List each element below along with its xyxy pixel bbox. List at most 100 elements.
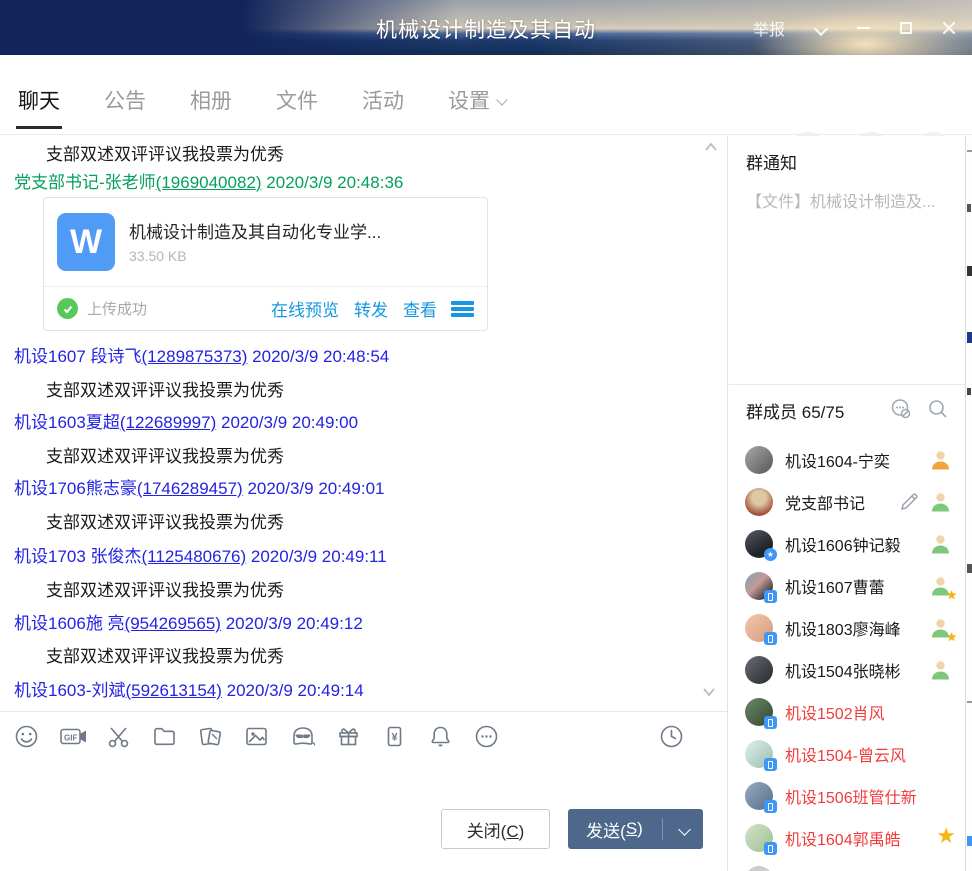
member-row[interactable]: 党支部书记 [729, 481, 965, 523]
view-link[interactable]: 查看 [403, 296, 437, 321]
gold-star-icon: ★ [936, 825, 956, 847]
member-row[interactable]: 机设1607曹蕾 ★ [729, 565, 965, 607]
member-row[interactable]: 机设1504-曾云风 [729, 733, 965, 775]
chat-toolbar: GIF ¥ [0, 711, 727, 761]
maximize-icon[interactable] [900, 22, 912, 34]
file-card-top: W 机械设计制造及其自动化专业学... 33.50 KB [44, 198, 487, 287]
sender-qq-link[interactable]: (1746289457) [137, 479, 243, 498]
avatar [745, 782, 773, 810]
window-controls: 举报 [753, 0, 956, 55]
sender-qq-link[interactable]: (592613154) [125, 681, 221, 700]
mobile-badge-icon [764, 758, 777, 771]
group-sidebar: 群通知 【文件】机械设计制造及... 群成员 65/75 机设1604-宁奕 党… [729, 136, 965, 871]
message-list: 支部双述双评评议我投票为优秀 党支部书记-张老师(1969040082) 202… [0, 136, 727, 711]
member-name: 机设1803廖海峰 [785, 616, 901, 640]
report-button[interactable]: 举报 [753, 16, 785, 40]
svg-text:¥: ¥ [391, 732, 398, 744]
close-icon[interactable] [942, 21, 956, 35]
message-sender: 机设1607 段诗飞(1289875373) 2020/3/9 20:48:54 [14, 342, 389, 367]
emoji-icon[interactable] [13, 723, 40, 750]
member-row[interactable]: 机设1803廖海峰 ★ [729, 607, 965, 649]
message-time: 2020/3/9 20:49:12 [226, 614, 363, 633]
mobile-badge-icon [764, 590, 777, 603]
tab-settings[interactable]: 设置 [448, 85, 507, 129]
message-sender: 机设1706熊志豪(1746289457) 2020/3/9 20:49:01 [14, 474, 385, 499]
member-name: 机设1604-宁奕 [785, 448, 890, 472]
member-row[interactable]: 机设1506班管仕新 [729, 775, 965, 817]
member-row[interactable]: 机设1604郭禹皓 ★ [729, 817, 965, 859]
status-online-icon [929, 533, 952, 556]
group-notice-item[interactable]: 【文件】机械设计制造及... [746, 188, 956, 212]
members-heading: 群成员 65/75 [746, 398, 844, 423]
star-badge-icon: ★ [764, 548, 777, 561]
upload-status: 上传成功 [87, 298, 147, 319]
image-icon[interactable] [243, 723, 270, 750]
tab-files[interactable]: 文件 [276, 85, 318, 129]
sender-qq-link[interactable]: (1289875373) [142, 347, 248, 366]
tab-announcement[interactable]: 公告 [104, 85, 146, 129]
chat-panel: 支部双述双评评议我投票为优秀 党支部书记-张老师(1969040082) 202… [0, 136, 728, 871]
member-row[interactable]: 机设1604-宁奕 [729, 439, 965, 481]
divider [729, 384, 965, 385]
qq-group-chat-window: 机械设计制造及其自动 举报 聊天 公告 相册 文件 活动 设置 [0, 0, 972, 871]
sender-name: 机设1703 张俊杰 [14, 547, 142, 566]
message-time: 2020/3/9 20:48:36 [266, 173, 403, 192]
minimize-icon[interactable] [857, 27, 870, 29]
gift-icon[interactable] [335, 723, 362, 750]
message-body: 支部双述双评评议我投票为优秀 [46, 508, 284, 533]
preview-online-link[interactable]: 在线预览 [271, 296, 339, 321]
message-sender: 机设1703 张俊杰(1125480676) 2020/3/9 20:49:11 [14, 542, 387, 567]
avatar [745, 572, 773, 600]
status-online-star-icon: ★ [929, 617, 952, 640]
message-input[interactable] [0, 762, 727, 808]
send-options-chevron-icon[interactable] [678, 824, 690, 836]
red-packet-icon[interactable]: ¥ [381, 723, 408, 750]
more-icon[interactable] [473, 723, 500, 750]
member-name: 机设1504张晓彬 [785, 658, 901, 682]
sender-qq-link[interactable]: (1125480676) [142, 547, 247, 566]
scroll-to-bottom-icon[interactable] [701, 684, 717, 700]
sender-qq-link[interactable]: (122689997) [120, 413, 216, 432]
file-menu-icon[interactable] [451, 301, 474, 317]
tab-activity[interactable]: 活动 [362, 85, 404, 129]
word-doc-icon: W [57, 213, 115, 271]
tab-album[interactable]: 相册 [190, 85, 232, 129]
send-hotkey: S [626, 819, 637, 839]
member-row[interactable]: 机设1502肖风 [729, 691, 965, 733]
send-button[interactable]: 发送(S) [568, 809, 703, 849]
avatar [745, 698, 773, 726]
avatar [745, 866, 773, 871]
edit-pencil-icon[interactable] [898, 491, 920, 513]
search-icon[interactable] [926, 397, 950, 421]
screenshot-scissors-icon[interactable] [105, 723, 132, 750]
message-sender: 机设1603夏超(122689997) 2020/3/9 20:49:00 [14, 408, 358, 433]
sender-qq-link[interactable]: (954269565) [125, 614, 221, 633]
member-name: 机设1607曹蕾 [785, 574, 885, 598]
anonymous-icon[interactable] [289, 723, 316, 750]
chevron-down-icon[interactable] [815, 22, 827, 34]
message-sender: 机设1606施 亮(954269565) 2020/3/9 20:49:12 [14, 609, 363, 634]
file-folder-icon[interactable] [151, 723, 178, 750]
message-time: 2020/3/9 20:49:00 [221, 413, 358, 432]
tab-chat[interactable]: 聊天 [18, 85, 60, 129]
file-card[interactable]: W 机械设计制造及其自动化专业学... 33.50 KB 上传成功 在线预览 转… [43, 197, 488, 331]
close-chat-button[interactable]: 关闭(C) [441, 809, 550, 849]
close-hotkey: C [506, 822, 518, 841]
reminder-bell-icon[interactable] [427, 723, 454, 750]
member-row[interactable]: 机设1504张晓彬 [729, 649, 965, 691]
gif-icon[interactable]: GIF [59, 723, 86, 750]
avatar [745, 488, 773, 516]
forward-link[interactable]: 转发 [354, 296, 388, 321]
member-row[interactable]: ★ 机设1606钟记毅 [729, 523, 965, 565]
shake-window-icon[interactable] [197, 723, 224, 750]
member-name: 机设1506班管仕新 [785, 784, 917, 808]
mute-members-icon[interactable] [889, 397, 913, 421]
scroll-to-top-icon[interactable] [703, 139, 719, 155]
titlebar: 机械设计制造及其自动 举报 [0, 0, 972, 55]
history-clock-icon[interactable] [658, 723, 685, 750]
vip-star-icon: ★ [946, 631, 957, 643]
tab-bar: 聊天 公告 相册 文件 活动 设置 [0, 55, 972, 135]
message-time: 2020/3/9 20:48:54 [252, 347, 389, 366]
sender-qq-link[interactable]: (1969040082) [156, 173, 262, 192]
avatar [745, 656, 773, 684]
